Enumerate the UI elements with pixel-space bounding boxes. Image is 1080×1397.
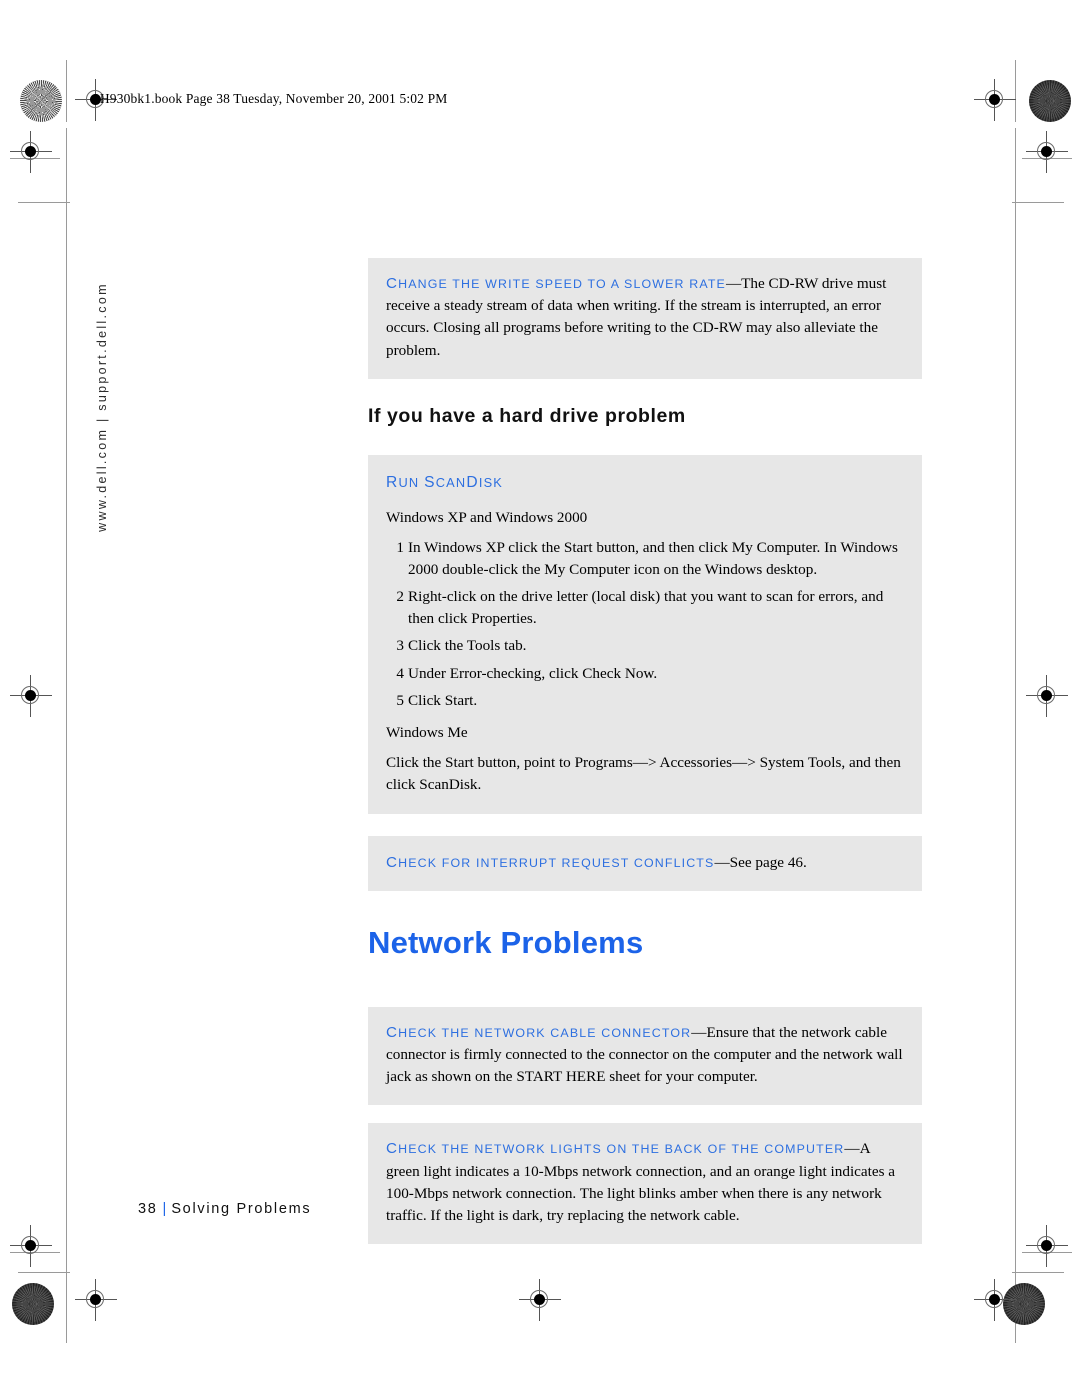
tip-term-change-write-speed: CHANGE THE WRITE SPEED TO A SLOWER RATE bbox=[386, 275, 726, 292]
tip-term-body: HECK FOR INTERRUPT REQUEST CONFLICTS bbox=[398, 855, 715, 870]
os-label-me: Windows Me bbox=[386, 724, 468, 742]
registration-mark-left-upper bbox=[10, 131, 52, 173]
crop-line-left-vertical-lower bbox=[66, 128, 67, 1343]
tip-term-interrupt-conflicts: CHECK FOR INTERRUPT REQUEST CONFLICTS bbox=[386, 853, 715, 871]
registration-mark-left-lower bbox=[10, 1225, 52, 1267]
page-title-network-problems: Network Problems bbox=[368, 924, 644, 960]
step-text: Under Error-checking, click Check Now. bbox=[408, 664, 658, 682]
crop-line-top-right-rule bbox=[1012, 202, 1064, 203]
crop-line-left-vertical bbox=[66, 60, 67, 122]
tip-term-body: HECK THE NETWORK LIGHTS ON THE BACK OF T… bbox=[398, 1142, 845, 1157]
tip-term-network-cable-connector: CHECK THE NETWORK CABLE CONNECTOR bbox=[386, 1023, 692, 1041]
tip-term-initial-cap: C bbox=[386, 275, 399, 292]
step-number: 3 bbox=[396, 637, 404, 655]
rosette-mark-bottom-left bbox=[12, 1283, 54, 1325]
list-item: 5 Click Start. bbox=[386, 690, 904, 712]
footer-page-number: 38 bbox=[138, 1201, 158, 1217]
page-footer: 38 | Solving Problems bbox=[138, 1201, 311, 1217]
list-item: 4 Under Error-checking, click Check Now. bbox=[386, 663, 904, 685]
step-text: Right-click on the drive letter (local d… bbox=[408, 588, 884, 628]
scandisk-step-list: 1 In Windows XP click the Start button, a… bbox=[386, 537, 904, 712]
tip-box-run-scandisk: RUN SCANDISK Windows XP and Windows 2000… bbox=[368, 454, 922, 814]
step-number: 2 bbox=[396, 588, 404, 606]
tip-box-change-write-speed: CHANGE THE WRITE SPEED TO A SLOWER RATE—… bbox=[368, 258, 922, 379]
crop-line-bottom-left-rule bbox=[18, 1272, 70, 1273]
scandisk-rest-can: CAN bbox=[435, 474, 467, 490]
content-column: CHANGE THE WRITE SPEED TO A SLOWER RATE—… bbox=[368, 258, 922, 1245]
list-item: 1 In Windows XP click the Start button, a… bbox=[386, 537, 904, 581]
scandisk-cap-s: S bbox=[424, 473, 436, 491]
crop-line-right-vertical bbox=[1015, 60, 1016, 122]
list-item: 2 Right-click on the drive letter (local … bbox=[386, 586, 904, 630]
rosette-mark-top-left bbox=[20, 80, 62, 122]
registration-mark-left-middle bbox=[10, 675, 52, 717]
tip-body-interrupt-conflicts: See page 46. bbox=[729, 853, 807, 871]
tip-box-network-lights: CHECK THE NETWORK LIGHTS ON THE BACK OF … bbox=[368, 1123, 922, 1245]
registration-mark-right-upper bbox=[1026, 131, 1068, 173]
tip-box-network-cable-connector: CHECK THE NETWORK CABLE CONNECTOR—Ensure… bbox=[368, 1006, 922, 1106]
tip-term-body: HANGE THE WRITE SPEED TO A SLOWER RATE bbox=[398, 277, 726, 291]
crop-line-bottom-right-rule bbox=[1012, 1272, 1064, 1273]
step-number: 4 bbox=[396, 664, 404, 682]
registration-mark-right-lower bbox=[1026, 1225, 1068, 1267]
registration-mark-bottom-center bbox=[519, 1279, 561, 1321]
registration-mark-bottom-right bbox=[974, 1279, 1016, 1321]
tip-term-network-lights: CHECK THE NETWORK LIGHTS ON THE BACK OF … bbox=[386, 1140, 845, 1158]
rosette-mark-top-right bbox=[1029, 80, 1071, 122]
tip-term-body: HECK THE NETWORK CABLE CONNECTOR bbox=[398, 1025, 692, 1040]
step-text: In Windows XP click the Start button, an… bbox=[408, 538, 898, 578]
tip-dash: — bbox=[691, 1023, 707, 1041]
step-number: 1 bbox=[396, 538, 404, 556]
registration-mark-right-middle bbox=[1026, 675, 1068, 717]
side-url-text: www.dell.com | support.dell.com bbox=[95, 282, 109, 532]
registration-mark-bottom-left bbox=[75, 1279, 117, 1321]
list-item: 3 Click the Tools tab. bbox=[386, 635, 904, 657]
tip-dash: — bbox=[714, 853, 730, 871]
section-heading-hard-drive: If you have a hard drive problem bbox=[368, 404, 686, 427]
footer-separator: | bbox=[162, 1201, 167, 1217]
step-text: Click the Tools tab. bbox=[408, 637, 527, 655]
scandisk-rest-isk: ISK bbox=[478, 474, 504, 490]
tip-term-run-scandisk: RUN SCANDISK bbox=[386, 472, 904, 495]
crop-line-right-vertical-lower bbox=[1015, 128, 1016, 1343]
step-text: Click Start. bbox=[408, 691, 478, 709]
scandisk-cap-d: D bbox=[466, 473, 479, 491]
tip-dash: — bbox=[725, 275, 742, 292]
scandisk-rest-un: UN bbox=[398, 474, 425, 490]
tip-box-interrupt-conflicts: CHECK FOR INTERRUPT REQUEST CONFLICTS—Se… bbox=[368, 835, 922, 891]
crop-line-top-left-rule bbox=[18, 202, 70, 203]
tip-dash: — bbox=[844, 1140, 860, 1158]
footer-section-label: Solving Problems bbox=[171, 1201, 312, 1217]
tip-term-initial-cap: C bbox=[386, 1023, 399, 1041]
scandisk-cap-r: R bbox=[386, 473, 399, 491]
file-info-header: 2H930bk1.book Page 38 Tuesday, November … bbox=[93, 91, 448, 106]
tip-term-initial-cap: C bbox=[386, 1140, 399, 1158]
os-label-xp-2000: Windows XP and Windows 2000 bbox=[386, 508, 588, 526]
step-number: 5 bbox=[396, 691, 404, 709]
tip-term-initial-cap: C bbox=[386, 853, 399, 871]
registration-mark-top-right bbox=[974, 79, 1016, 121]
scandisk-me-instructions: Click the Start button, point to Program… bbox=[386, 754, 901, 794]
